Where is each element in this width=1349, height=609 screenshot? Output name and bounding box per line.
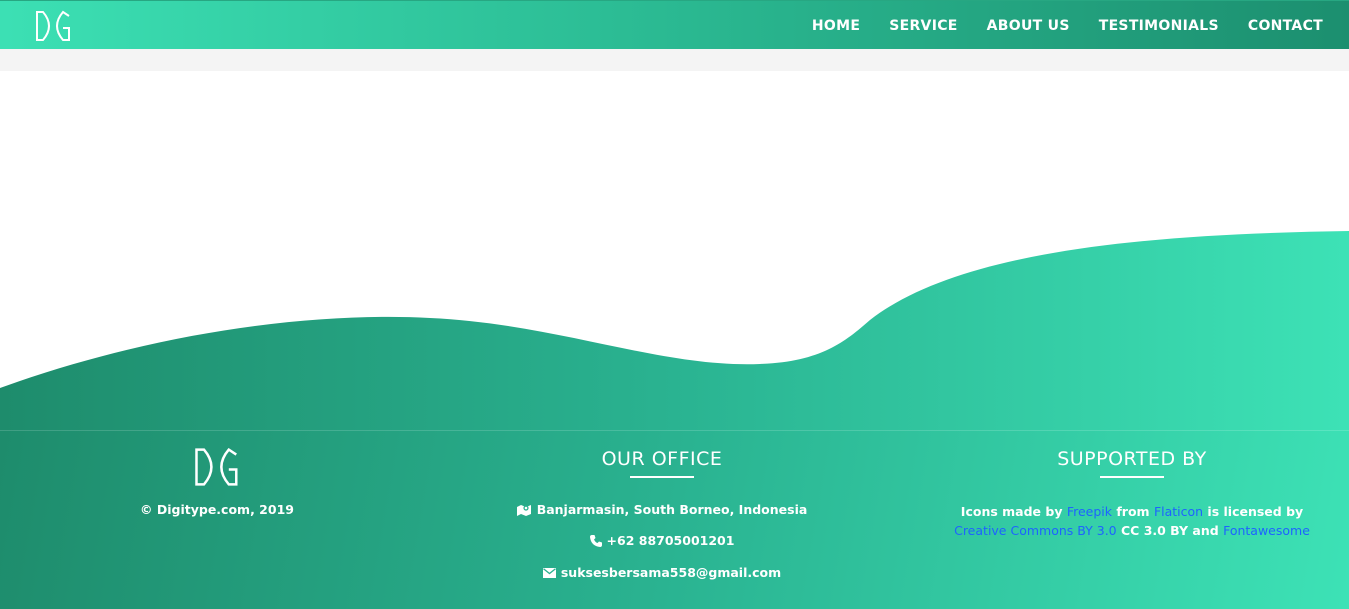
- navbar: HOME SERVICE ABOUT US TESTIMONIALS CONTA…: [0, 0, 1349, 49]
- office-address: Banjarmasin, South Borneo, Indonesia: [452, 502, 872, 517]
- envelope-icon: [542, 567, 556, 578]
- brand-logo-icon[interactable]: [35, 10, 72, 42]
- fontawesome-link[interactable]: Fontawesome: [1223, 523, 1310, 538]
- support-title-underline: [1100, 476, 1164, 478]
- header-divider-band: [0, 49, 1349, 71]
- flaticon-link[interactable]: Flaticon: [1154, 504, 1203, 519]
- office-phone-text: +62 88705001201: [606, 533, 735, 548]
- nav-service-link[interactable]: SERVICE: [889, 18, 957, 34]
- office-address-text: Banjarmasin, South Borneo, Indonesia: [536, 502, 808, 517]
- footer-wave: [0, 231, 1349, 432]
- nav-home-link[interactable]: HOME: [812, 18, 860, 34]
- support-title: SUPPORTED BY: [1057, 448, 1207, 470]
- nav-about-link[interactable]: ABOUT US: [987, 18, 1070, 34]
- nav-contact-link[interactable]: CONTACT: [1248, 18, 1323, 34]
- copyright-text: © Digitype.com, 2019: [140, 502, 294, 517]
- office-title: OUR OFFICE: [601, 448, 723, 470]
- footer-office-column: OUR OFFICE Banjarmasin, South Borneo, In…: [452, 431, 872, 580]
- office-email: suksesbersama558@gmail.com: [452, 565, 872, 580]
- footer-support-column: SUPPORTED BY Icons made by Freepik from …: [932, 431, 1332, 540]
- creative-commons-link[interactable]: Creative Commons BY 3.0: [954, 523, 1117, 538]
- footer-logo-icon: [195, 447, 238, 486]
- credits-text-1: Icons made by: [960, 504, 1067, 519]
- office-email-text: suksesbersama558@gmail.com: [560, 565, 782, 580]
- support-credits: Icons made by Freepik from Flaticon is l…: [932, 502, 1332, 540]
- nav-menu: HOME SERVICE ABOUT US TESTIMONIALS CONTA…: [783, 1, 1323, 50]
- freepik-link[interactable]: Freepik: [1067, 504, 1112, 519]
- credits-text-3: is licensed by: [1203, 504, 1304, 519]
- phone-icon: [589, 534, 602, 547]
- footer-brand-column: © Digitype.com, 2019: [117, 431, 317, 517]
- credits-text-2: from: [1112, 504, 1154, 519]
- office-title-underline: [630, 476, 694, 478]
- office-phone: +62 88705001201: [452, 533, 872, 548]
- nav-testimonials-link[interactable]: TESTIMONIALS: [1099, 18, 1219, 34]
- footer: © Digitype.com, 2019 OUR OFFICE Banjarma…: [0, 430, 1349, 609]
- map-icon: [516, 504, 531, 516]
- credits-text-4: CC 3.0 BY and: [1116, 523, 1224, 538]
